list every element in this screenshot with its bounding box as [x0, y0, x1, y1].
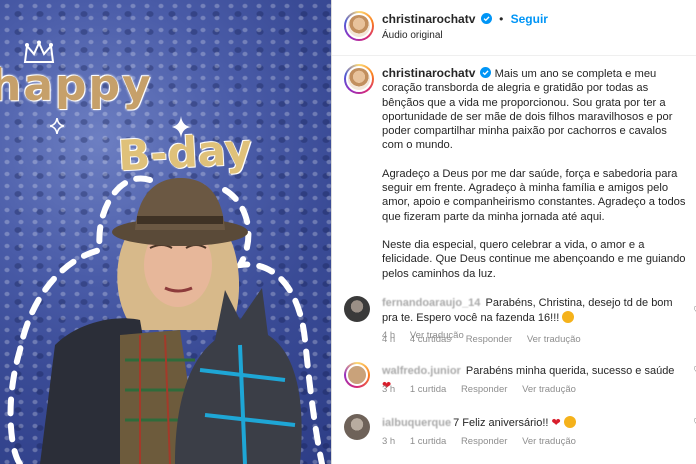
- woman-with-horse-photo: [40, 178, 302, 464]
- post-details-panel: christinarochatv • Seguir Áudio original…: [331, 0, 696, 464]
- caption-username[interactable]: christinarochatv: [382, 66, 475, 80]
- author-username[interactable]: christinarochatv: [382, 12, 475, 26]
- sparkle-icon: [50, 118, 64, 134]
- commenter-avatar[interactable]: [344, 362, 370, 388]
- comment-text: 7 Feliz aniversário!!: [453, 417, 549, 429]
- comment-reply-button[interactable]: Responder: [461, 384, 507, 395]
- caption-text: Mais um ano se completa e meu coração tr…: [382, 68, 673, 152]
- follow-button[interactable]: Seguir: [511, 12, 548, 26]
- separator-dot: •: [499, 12, 504, 26]
- comment-username[interactable]: fernandoaraujo_14: [382, 297, 480, 309]
- comment-likes[interactable]: 1 curtida: [410, 436, 446, 447]
- caption-paragraph-1: christinarochatv Mais um ano se completa…: [382, 66, 688, 153]
- comment-reply-button[interactable]: Responder: [461, 436, 507, 447]
- comment-likes[interactable]: 4 curtidas: [410, 334, 451, 345]
- comment-username[interactable]: walfredo.junior: [382, 365, 461, 377]
- hug-emoji-icon: [563, 416, 576, 428]
- comment-translate-link[interactable]: Ver tradução: [527, 334, 581, 345]
- comment-time: 3 h: [382, 384, 396, 395]
- comment-username[interactable]: ialbuquerque: [382, 417, 451, 429]
- red-heart-emoji-icon: ❤: [551, 417, 561, 429]
- happy-text: happy: [0, 60, 153, 111]
- author-avatar[interactable]: [344, 11, 374, 41]
- caption-author-avatar[interactable]: [344, 64, 374, 94]
- comment-reply-button[interactable]: Responder: [466, 334, 512, 345]
- commenter-avatar[interactable]: [344, 296, 370, 322]
- commenter-avatar[interactable]: [344, 414, 370, 440]
- comment-translate-link[interactable]: Ver tradução: [522, 436, 576, 447]
- sparkle-icon: [172, 116, 190, 138]
- caption-paragraph-2: Agradeço a Deus por me dar saúde, força …: [382, 167, 686, 223]
- comment-translate-link[interactable]: Ver tradução: [522, 384, 576, 395]
- comment-time: 3 h: [382, 436, 396, 447]
- original-audio-link[interactable]: Áudio original: [382, 30, 443, 41]
- comment-likes[interactable]: 1 curtida: [410, 384, 446, 395]
- comment-text: Parabéns minha querida, sucesso e saúde: [465, 365, 675, 377]
- post-image[interactable]: happy B-day: [0, 0, 331, 464]
- smile-emoji-icon: [562, 310, 575, 323]
- comment-time: 4 h: [382, 334, 396, 345]
- verified-badge-icon: [480, 67, 492, 78]
- verified-badge-icon: [480, 13, 492, 24]
- post-header: christinarochatv • Seguir Áudio original: [332, 0, 696, 56]
- caption-paragraph-3: Neste dia especial, quero celebrar a vid…: [382, 238, 686, 280]
